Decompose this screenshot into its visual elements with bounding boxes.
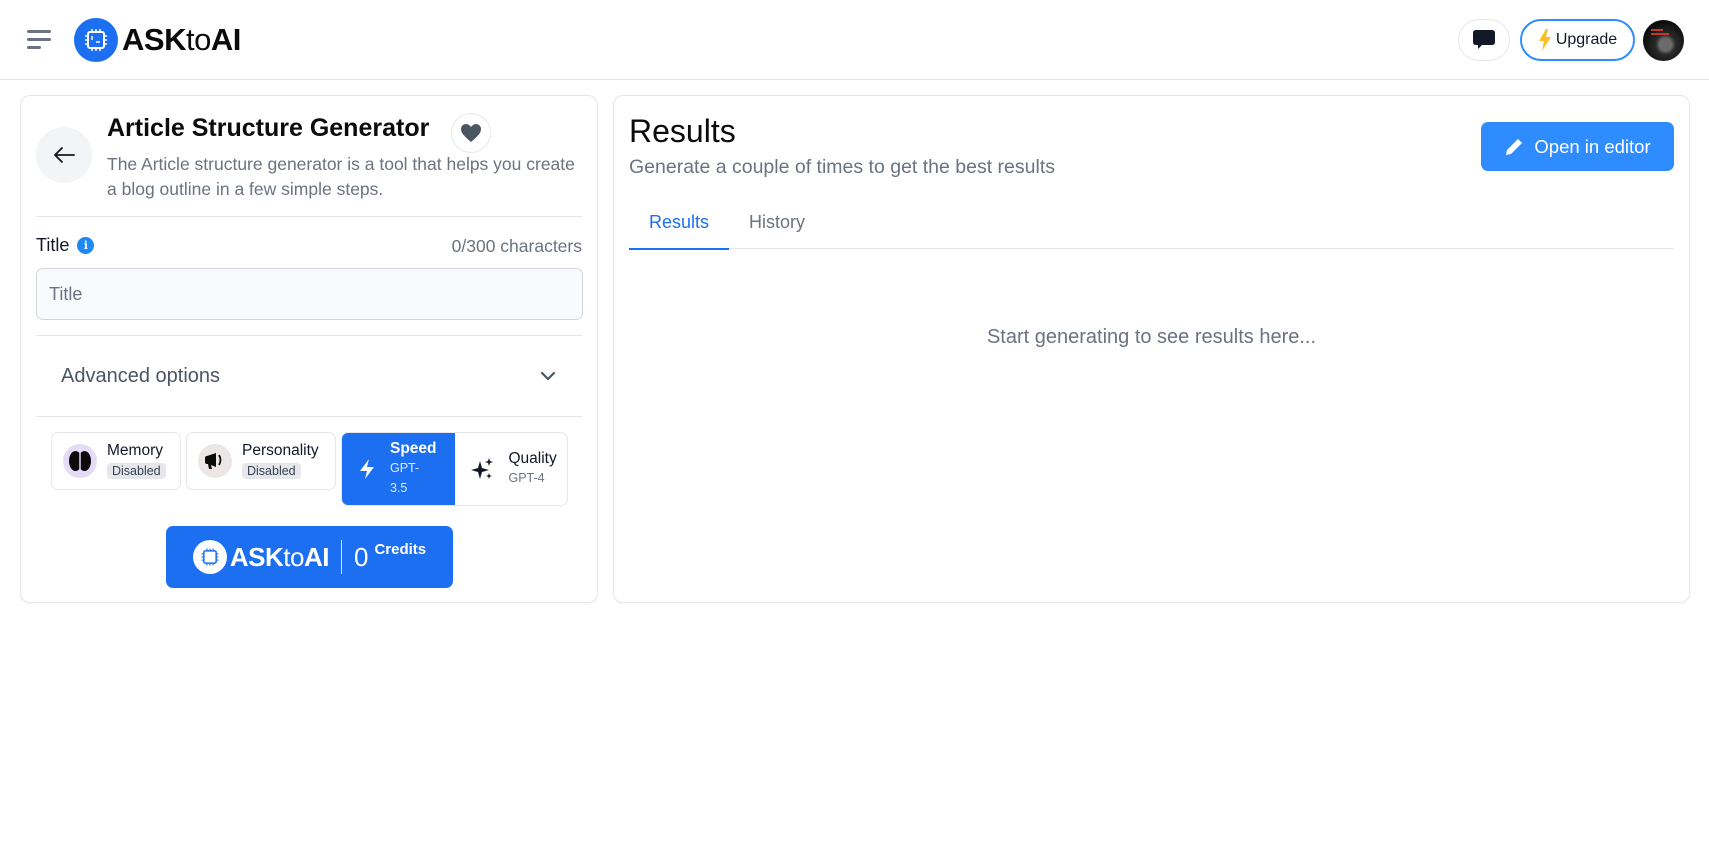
open-in-editor-button[interactable]: Open in editor bbox=[1481, 122, 1674, 171]
hamburger-menu-icon[interactable] bbox=[27, 28, 53, 50]
back-button[interactable] bbox=[36, 127, 92, 183]
results-title: Results bbox=[629, 113, 736, 149]
credits-brand-wordmark: ASKtoAI bbox=[229, 541, 330, 572]
memory-status-badge: Disabled bbox=[107, 463, 166, 479]
heart-icon bbox=[461, 124, 481, 142]
personality-label: Personality bbox=[242, 442, 319, 459]
upgrade-label: Upgrade bbox=[1555, 31, 1618, 48]
divider bbox=[36, 216, 582, 217]
title-label-text: Title bbox=[36, 235, 70, 255]
info-icon[interactable]: i bbox=[77, 237, 95, 254]
personality-status-badge: Disabled bbox=[242, 463, 301, 479]
title-field-label: Title i bbox=[36, 235, 95, 256]
chat-button[interactable] bbox=[1458, 19, 1510, 61]
chat-bubble-icon bbox=[1473, 30, 1495, 49]
empty-state-message: Start generating to see results here... bbox=[986, 326, 1317, 348]
brain-icon bbox=[63, 444, 97, 478]
chip-logo-icon bbox=[192, 540, 227, 574]
speed-option[interactable]: Speed GPT-3.5 bbox=[342, 433, 455, 505]
quality-model: GPT-4 bbox=[508, 471, 545, 485]
quality-label: Quality bbox=[508, 450, 557, 467]
advanced-options-label: Advanced options bbox=[61, 364, 221, 387]
pencil-icon bbox=[1506, 138, 1523, 155]
tool-input-panel: Article Structure Generator The Article … bbox=[20, 95, 598, 603]
model-selector: Speed GPT-3.5 Quality GPT-4 bbox=[341, 432, 568, 506]
brand-wordmark: ASKtoAI bbox=[122, 22, 241, 57]
speed-label: Speed bbox=[390, 440, 437, 457]
char-count: 0/300 characters bbox=[451, 236, 582, 256]
personality-toggle[interactable]: Personality Disabled bbox=[186, 432, 336, 490]
sparkles-icon bbox=[470, 458, 493, 479]
lightning-icon bbox=[360, 459, 374, 479]
credits-unit: Credits bbox=[374, 540, 427, 558]
tool-title: Article Structure Generator bbox=[107, 114, 430, 142]
generate-button[interactable]: ASKtoAI 0 Credits bbox=[166, 526, 453, 588]
results-tabs: Results History bbox=[629, 196, 1674, 250]
user-avatar[interactable] bbox=[1643, 20, 1684, 61]
tab-history[interactable]: History bbox=[729, 196, 825, 249]
chip-logo-icon bbox=[74, 18, 118, 62]
top-header: ASKtoAI Upgrade bbox=[0, 0, 1709, 80]
quality-option[interactable]: Quality GPT-4 bbox=[455, 433, 568, 505]
open-in-editor-label: Open in editor bbox=[1534, 135, 1651, 157]
upgrade-button[interactable]: Upgrade bbox=[1520, 19, 1635, 61]
memory-toggle[interactable]: Memory Disabled bbox=[51, 432, 181, 490]
megaphone-icon bbox=[198, 444, 232, 478]
favorite-button[interactable] bbox=[451, 113, 491, 153]
credits-count: 0 bbox=[353, 541, 369, 572]
tool-description: The Article structure generator is a too… bbox=[107, 154, 575, 199]
arrow-left-icon bbox=[54, 147, 75, 163]
results-panel: Results Generate a couple of times to ge… bbox=[613, 95, 1690, 603]
advanced-options-toggle[interactable]: Advanced options bbox=[36, 336, 582, 416]
lightning-bolt-icon bbox=[1538, 29, 1551, 51]
chevron-down-icon bbox=[540, 371, 556, 381]
title-input[interactable] bbox=[36, 268, 583, 320]
speed-model: GPT-3.5 bbox=[390, 461, 420, 495]
results-subtitle: Generate a couple of times to get the be… bbox=[629, 156, 1055, 178]
brand-logo[interactable]: ASKtoAI bbox=[74, 18, 241, 62]
credits-separator bbox=[340, 540, 342, 574]
memory-label: Memory bbox=[107, 442, 163, 459]
divider bbox=[36, 416, 582, 417]
tab-results[interactable]: Results bbox=[629, 196, 730, 250]
credits-brand-logo: ASKtoAI bbox=[192, 540, 330, 574]
